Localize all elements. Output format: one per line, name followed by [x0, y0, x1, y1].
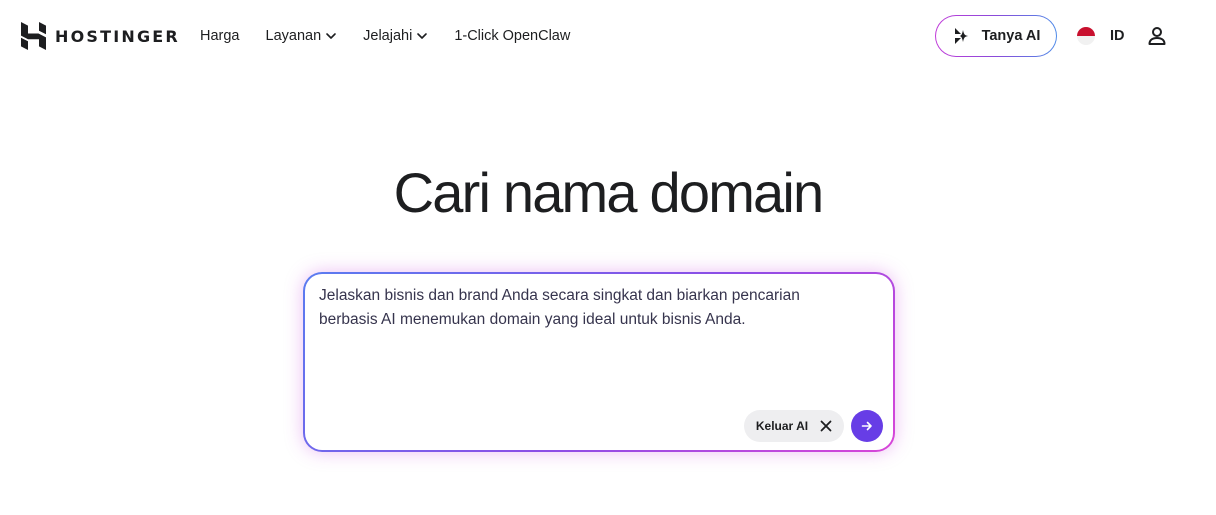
nav-item-layanan[interactable]: Layanan — [266, 26, 338, 46]
indonesia-flag-icon — [1077, 27, 1095, 45]
nav-item-label: 1-Click OpenClaw — [454, 28, 571, 44]
chevron-down-icon — [417, 33, 428, 39]
main-nav: Harga Layanan Jelajahi 1-Click OpenClaw — [200, 26, 596, 46]
brand-name: HOSTINGER — [55, 26, 180, 46]
exit-ai-button[interactable]: Keluar AI — [744, 410, 844, 442]
ai-domain-search: Keluar AI — [303, 272, 895, 452]
nav-item-label: Harga — [200, 28, 240, 44]
ask-ai-button-inner: Tanya AI — [936, 16, 1056, 56]
search-submit-button[interactable] — [851, 410, 883, 442]
search-box: Keluar AI — [305, 274, 893, 450]
domain-description-input[interactable] — [319, 284, 859, 404]
exit-ai-label: Keluar AI — [755, 419, 809, 433]
language-label: ID — [1110, 28, 1125, 44]
ask-ai-label: Tanya AI — [981, 28, 1041, 44]
arrow-right-icon — [861, 421, 872, 431]
nav-item-jelajahi[interactable]: Jelajahi — [363, 26, 428, 46]
nav-item-label: Jelajahi — [363, 28, 413, 44]
ask-ai-button[interactable]: Tanya AI — [935, 15, 1057, 57]
user-icon[interactable] — [1146, 25, 1168, 47]
ai-sparkle-icon — [954, 28, 970, 44]
nav-item-label: Layanan — [265, 28, 322, 44]
nav-item-harga[interactable]: Harga — [200, 26, 240, 46]
page-title: Cari nama domain — [393, 161, 825, 224]
hostinger-logo-icon — [21, 22, 46, 50]
brand-logo[interactable]: HOSTINGER — [21, 22, 180, 50]
chevron-down-icon — [326, 33, 336, 39]
close-icon — [820, 420, 832, 432]
language-selector[interactable]: ID — [1077, 27, 1125, 45]
site-header: HOSTINGER Harga Layanan Jelajahi 1-Click… — [0, 0, 1216, 72]
nav-item-openclaw[interactable]: 1-Click OpenClaw — [454, 26, 570, 46]
